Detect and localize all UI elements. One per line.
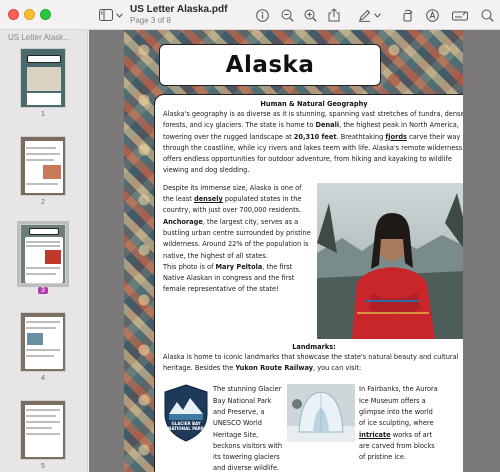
text-run: fjords	[385, 132, 407, 141]
population-row: Despite its immense size, Alaska is one …	[163, 182, 463, 339]
toolbar: US Letter Alaska.pdf Page 3 of 8	[0, 0, 500, 30]
markup-icon[interactable]	[425, 7, 439, 23]
thumbnail-label: 2	[41, 199, 45, 206]
thumbnail-image	[20, 400, 66, 460]
chevron-down-icon[interactable]	[115, 7, 123, 23]
thumbnail-page-3[interactable]: 3	[17, 221, 69, 294]
search-icon[interactable]	[480, 7, 494, 23]
text-run: , you can visit:	[313, 364, 362, 373]
ice-museum-paragraph: In Fairbanks, the Aurora Ice Museum offe…	[359, 384, 439, 472]
thumbnail-page-1[interactable]: 1	[18, 48, 68, 118]
thumbnail-label: 4	[41, 375, 45, 382]
chevron-down-icon[interactable]	[373, 7, 381, 23]
text-run: Yukon Route Railway	[235, 364, 314, 373]
highlight-icon[interactable]	[357, 7, 371, 23]
content-panel: Human & Natural Geography Alaska's geogr…	[154, 94, 463, 472]
text-run: intricate	[359, 430, 391, 439]
sidebar-title: US Letter Alask...	[8, 33, 70, 42]
section-heading-geography: Human & Natural Geography	[260, 100, 368, 108]
thumbnail-label-selected: 3	[18, 287, 68, 294]
rotate-icon[interactable]	[400, 7, 414, 23]
landmarks-section: Landmarks: Alaska is home to iconic land…	[163, 343, 463, 375]
info-icon[interactable]	[255, 7, 269, 23]
text-run: Mary Peltola	[215, 262, 263, 271]
geography-paragraph: Alaska's geography is as diverse as it i…	[163, 109, 463, 177]
section-heading-landmarks: Landmarks:	[292, 342, 336, 351]
thumbnail-label: 5	[41, 463, 45, 470]
sidebar-icon[interactable]	[98, 7, 114, 23]
landmarks-row: GLACIER BAY NATIONAL PARK The stunning G…	[163, 384, 463, 472]
thumbnail-sidebar[interactable]: US Letter Alask... 1 2 3 4 5	[0, 30, 88, 472]
zoom-window-button[interactable]	[40, 9, 51, 20]
share-icon[interactable]	[327, 7, 341, 23]
text-run: This photo is of	[163, 262, 216, 271]
page-indicator: Page 3 of 8	[130, 16, 171, 25]
page-title-box: Alaska	[159, 44, 381, 86]
landmarks-paragraph: Alaska is home to iconic landmarks that …	[163, 352, 463, 375]
glacier-bay-badge: GLACIER BAY NATIONAL PARK	[163, 384, 209, 442]
text-run: 20,310 feet	[293, 132, 337, 141]
text-run: Anchorage	[163, 217, 203, 226]
thumbnail-page-2[interactable]: 2	[18, 136, 68, 206]
text-run: . Breathtaking	[336, 132, 386, 141]
zoom-out-icon[interactable]	[280, 7, 294, 23]
mary-peltola-photo	[317, 182, 463, 339]
document-view[interactable]: Alaska Human & Natural Geography Alaska'…	[89, 30, 500, 472]
text-run: densely	[193, 195, 223, 204]
text-run: Denali	[315, 121, 340, 130]
pdf-page: Alaska Human & Natural Geography Alaska'…	[124, 30, 463, 472]
text-run: In Fairbanks, the Aurora Ice Museum offe…	[359, 385, 438, 428]
page-title: Alaska	[225, 52, 315, 78]
form-icon[interactable]	[452, 7, 468, 23]
photo-caption-paragraph: This photo is of Mary Peltola, the first…	[163, 262, 311, 296]
preview-window: US Letter Alaska.pdf Page 3 of 8 US Lett…	[0, 0, 500, 472]
ice-museum-photo	[287, 384, 355, 443]
thumbnail-image	[17, 221, 69, 287]
zoom-in-icon[interactable]	[303, 7, 317, 23]
badge-label: GLACIER BAY NATIONAL PARK	[168, 421, 204, 432]
document-title: US Letter Alaska.pdf	[130, 4, 228, 15]
close-window-button[interactable]	[8, 9, 19, 20]
thumbnail-page-5[interactable]: 5	[18, 400, 68, 470]
thumbnail-label: 1	[41, 111, 45, 118]
thumbnail-image	[20, 136, 66, 196]
thumbnail-image	[20, 312, 66, 372]
population-paragraph: Despite its immense size, Alaska is one …	[163, 183, 311, 262]
thumbnail-page-4[interactable]: 4	[18, 312, 68, 382]
population-column: Despite its immense size, Alaska is one …	[163, 183, 311, 339]
glacier-bay-paragraph: The stunning Glacier Bay National Park a…	[213, 385, 283, 472]
minimize-window-button[interactable]	[24, 9, 35, 20]
thumbnail-image	[20, 48, 66, 108]
